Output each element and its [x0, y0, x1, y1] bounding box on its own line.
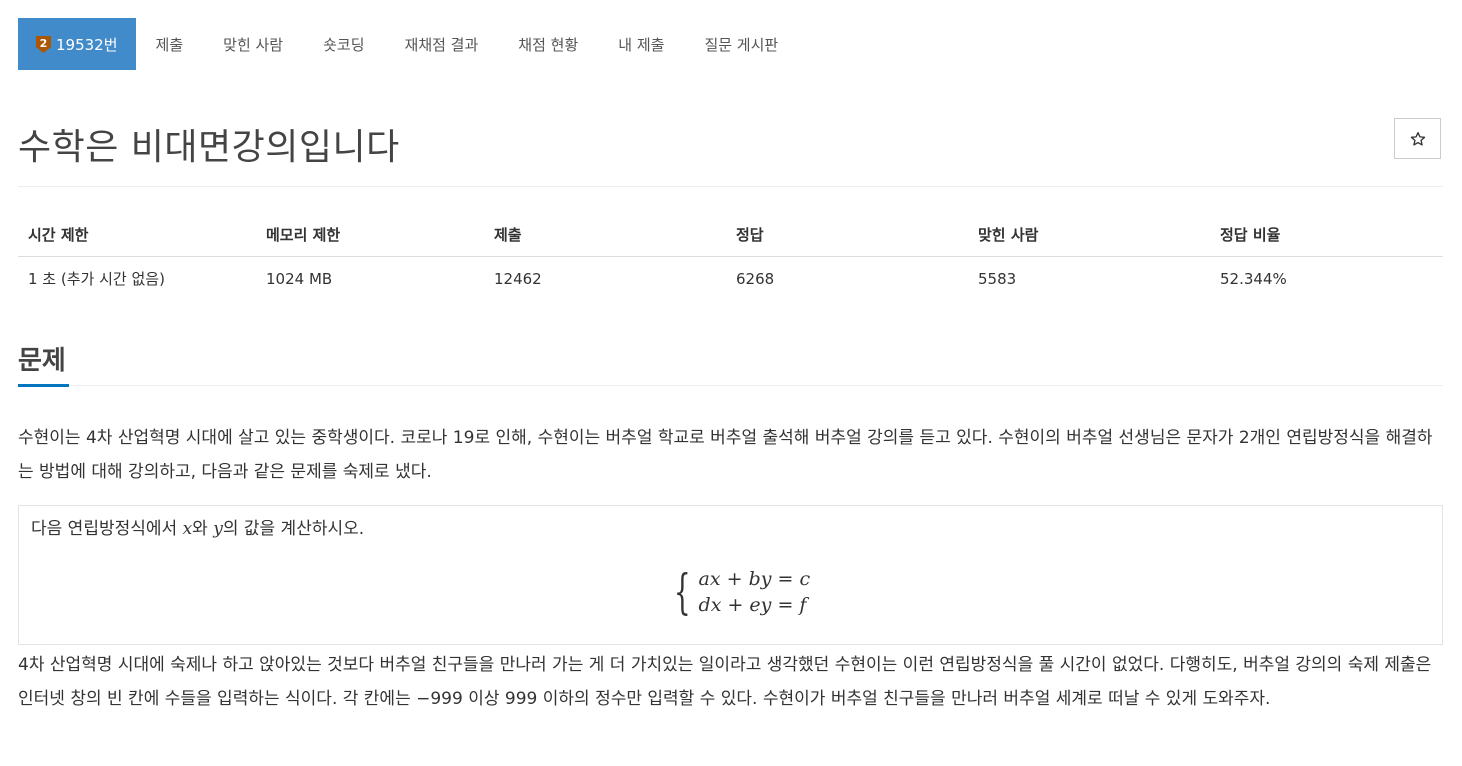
submissions-value: 12462: [494, 269, 542, 288]
problem-page: 2 19532번 제출 맞힌 사람 숏코딩 재채점 결과 채점 현황 내 제출 …: [0, 0, 1462, 766]
star-outline-icon: [1410, 131, 1425, 146]
solved-users-value: 5583: [978, 269, 1017, 288]
tab-submit[interactable]: 제출: [136, 18, 204, 70]
tab-problem-label: 19532번: [56, 35, 118, 54]
problem-story-paragraph: 4차 산업혁명 시대에 숙제나 하고 앉아있는 것보다 버추얼 친구들을 만나러…: [18, 655, 1432, 709]
variable-y: y: [213, 519, 223, 539]
header-accepted: 정답: [726, 212, 968, 257]
problem-info-table: 시간 제한 메모리 제한 제출 정답 맞힌 사람 정답 비율 1 초 (추가 시…: [18, 212, 1443, 300]
prompt-prefix: 다음 연립방정식에서: [31, 519, 183, 539]
problem-title: 수학은 비대면강의입니다: [18, 127, 400, 168]
prompt-middle: 와: [192, 519, 214, 539]
memory-limit-value: 1024 MB: [266, 269, 333, 288]
time-limit-value: 1 초 (추가 시간 없음): [28, 270, 165, 288]
problem-menu: 2 19532번 제출 맞힌 사람 숏코딩 재채점 결과 채점 현황 내 제출 …: [18, 18, 798, 70]
section-accent-underline: [18, 384, 69, 387]
table-row: 1 초 (추가 시간 없음) 1024 MB 12462 6268 5583 5…: [18, 257, 1443, 301]
table-header-row: 시간 제한 메모리 제한 제출 정답 맞힌 사람 정답 비율: [18, 212, 1443, 257]
svg-text:2: 2: [40, 37, 48, 50]
problem-description-paragraph: 수현이는 4차 산업혁명 시대에 살고 있는 중학생이다. 코로나 19로 인해…: [18, 428, 1433, 482]
section-heading-problem: 문제: [18, 346, 66, 376]
tab-question-board[interactable]: 질문 게시판: [684, 18, 798, 70]
title-divider: [18, 186, 1443, 187]
prompt-suffix: 의 값을 계산하시오.: [222, 519, 365, 539]
equation-system: { ax + by = c dx + ey = f: [667, 566, 810, 618]
header-submissions: 제출: [484, 212, 726, 257]
tab-rejudge-results[interactable]: 재채점 결과: [385, 18, 499, 70]
header-accept-ratio: 정답 비율: [1210, 212, 1443, 257]
tab-judge-status[interactable]: 채점 현황: [498, 18, 598, 70]
section-divider: [18, 385, 1443, 386]
equation-prompt: 다음 연립방정식에서 x와 y의 값을 계산하시오.: [31, 514, 364, 539]
header-memory-limit: 메모리 제한: [256, 212, 484, 257]
tab-solved-users[interactable]: 맞힌 사람: [203, 18, 303, 70]
variable-x: x: [182, 519, 193, 539]
tab-problem[interactable]: 2 19532번: [18, 18, 136, 70]
tab-short-coding[interactable]: 숏코딩: [303, 18, 384, 70]
left-brace: {: [673, 564, 691, 620]
tab-my-submissions[interactable]: 내 제출: [598, 18, 684, 70]
equation-lines: ax + by = c dx + ey = f: [699, 566, 811, 618]
equation-box: 다음 연립방정식에서 x와 y의 값을 계산하시오. { ax + by = c…: [18, 505, 1443, 645]
accepted-value: 6268: [736, 269, 775, 288]
accept-ratio-value: 52.344%: [1220, 269, 1287, 288]
equation-1: ax + by = c: [698, 568, 811, 590]
tier-badge-icon: 2: [36, 35, 51, 53]
header-time-limit: 시간 제한: [18, 212, 256, 257]
header-solved-users: 맞힌 사람: [968, 212, 1210, 257]
equation-2: dx + ey = f: [698, 594, 807, 616]
favorite-button[interactable]: [1394, 118, 1441, 159]
